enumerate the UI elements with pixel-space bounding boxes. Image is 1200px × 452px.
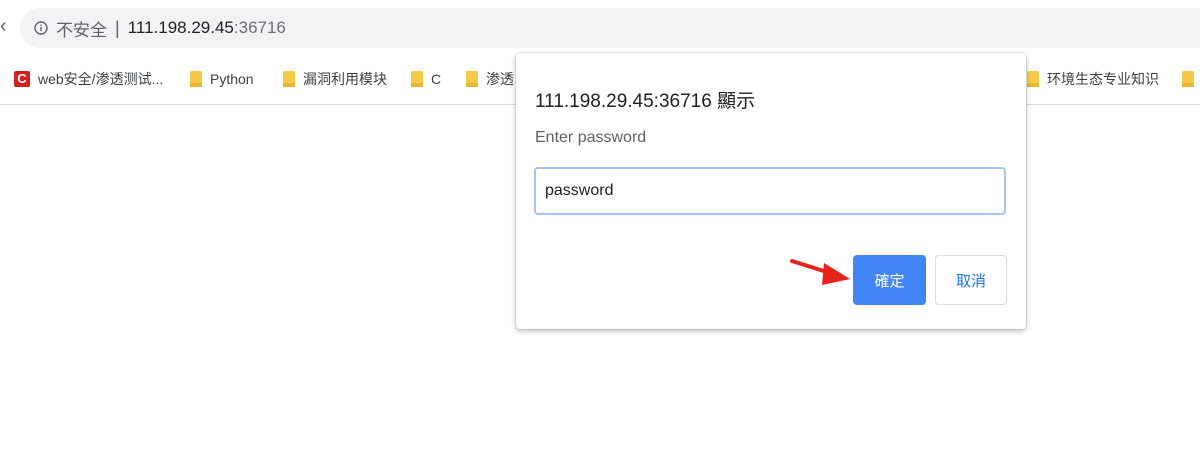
bookmark-label: Python [210, 71, 254, 87]
bookmark-label: web安全/渗透测试... [38, 71, 164, 87]
bookmark-label: 漏洞利用模块 [303, 71, 387, 87]
ok-button[interactable]: 確定 [853, 255, 926, 305]
folder-icon [411, 71, 423, 87]
url-port: :36716 [233, 18, 286, 37]
bookmark-label: C [431, 71, 442, 87]
site-icon-red-c: C [14, 71, 30, 87]
bookmark-folder-exploit-modules[interactable]: 漏洞利用模块 [283, 69, 387, 89]
url-host: 111.198.29.45 [127, 18, 234, 37]
dialog-title: 111.198.29.45:36716 顯示 [535, 91, 756, 112]
prompt-dialog: 111.198.29.45:36716 顯示 Enter password 確定… [516, 53, 1026, 329]
red-arrow-annotation [790, 259, 850, 285]
bookmark-folder-partial[interactable] [1182, 71, 1200, 87]
folder-icon [1182, 71, 1194, 87]
browser-toolbar: ‹ 不安全 | 111.198.29.45 :36716 [0, 0, 1200, 56]
password-input[interactable] [534, 167, 1006, 215]
dialog-prompt-text: Enter password [535, 129, 647, 146]
security-label: 不安全 [56, 20, 107, 40]
bookmark-folder-environment[interactable]: 环境生态专业知识 [1027, 69, 1159, 89]
back-button-partial[interactable]: ‹ [0, 12, 12, 40]
url-separator: | [115, 17, 120, 38]
folder-icon [283, 71, 295, 87]
cancel-button[interactable]: 取消 [935, 255, 1007, 305]
bookmark-label: 环境生态专业知识 [1047, 71, 1159, 87]
bookmark-folder-pentest[interactable]: 渗透 [466, 69, 514, 89]
address-bar[interactable]: 不安全 | 111.198.29.45 :36716 [20, 8, 1200, 48]
info-icon[interactable] [34, 21, 48, 35]
bookmark-folder-python[interactable]: Python [190, 71, 254, 87]
bookmark-label: 渗透 [486, 71, 514, 87]
bookmark-folder-c[interactable]: C [411, 71, 441, 87]
bookmark-web-security[interactable]: C web安全/渗透测试... [14, 69, 163, 89]
folder-icon [190, 71, 202, 87]
folder-icon [1027, 71, 1039, 87]
folder-icon [466, 71, 478, 87]
